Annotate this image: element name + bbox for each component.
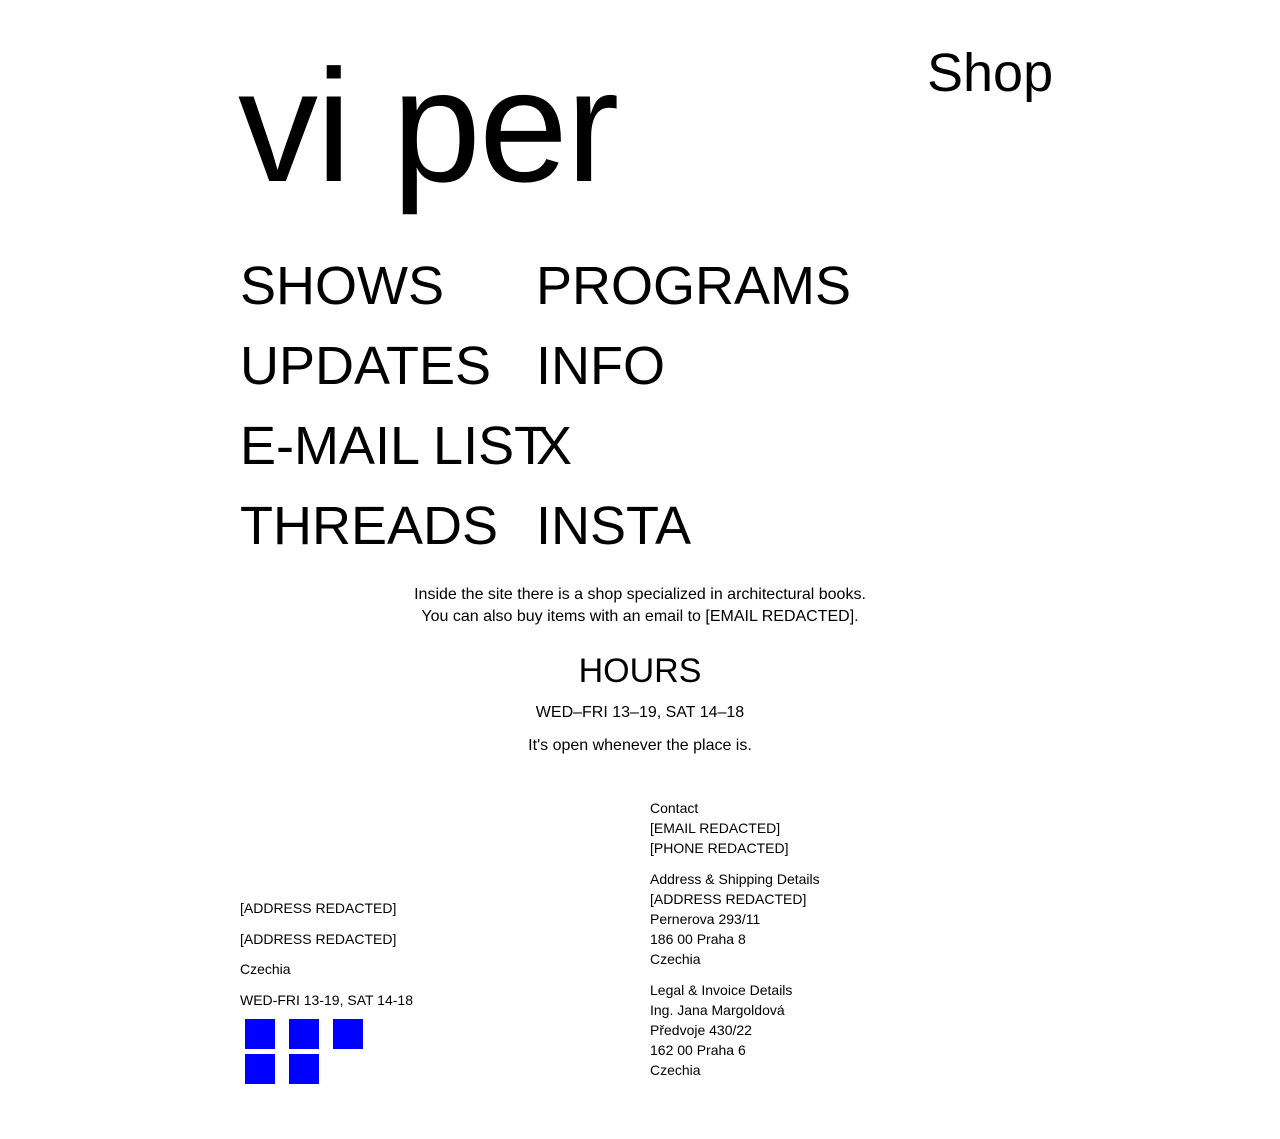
social-icon-3[interactable] <box>333 1019 363 1049</box>
shipping-heading: Address & Shipping Details <box>650 870 820 887</box>
legal-block: Legal & Invoice Details Ing. Jana Margol… <box>650 980 820 1081</box>
footer-country: Czechia <box>240 961 291 977</box>
shipping-line: Pernerova 293/11 <box>650 911 761 928</box>
hours-note: It's open whenever the place is. <box>528 737 752 754</box>
nav-email-list[interactable]: E-MAIL LIST <box>240 416 547 496</box>
nav-updates[interactable]: UPDATES <box>240 336 536 416</box>
shipping-line: [ADDRESS REDACTED] <box>650 890 807 907</box>
nav-info[interactable]: INFO <box>536 336 851 416</box>
shipping-line: Czechia <box>650 951 701 968</box>
nav-x[interactable]: X <box>536 416 851 496</box>
social-icon-1[interactable] <box>245 1019 275 1049</box>
footer-details: Contact [EMAIL REDACTED] [PHONE REDACTED… <box>650 798 820 1091</box>
nav-shows[interactable]: SHOWS <box>240 256 536 336</box>
legal-line: Ing. Jana Margoldová <box>650 1001 785 1018</box>
social-icon-2[interactable] <box>289 1019 319 1049</box>
nav-threads[interactable]: THREADS <box>240 496 536 576</box>
footer-hours: WED-FRI 13-19, SAT 14-18 <box>240 991 413 1008</box>
legal-line: Předvoje 430/22 <box>650 1022 752 1039</box>
nav-insta[interactable]: INSTA <box>536 496 851 576</box>
shipping-block: Address & Shipping Details [ADDRESS REDA… <box>650 869 820 970</box>
legal-line: 162 00 Praha 6 <box>650 1042 746 1059</box>
footer-address-line-1: [ADDRESS REDACTED] <box>240 900 397 916</box>
hours-times: WED–FRI 13–19, SAT 14–18 <box>535 704 745 721</box>
intro-line-2: You can also buy items with an email to … <box>421 608 859 625</box>
site-logo[interactable]: vi per <box>238 46 619 206</box>
contact-heading: Contact <box>650 800 699 816</box>
contact-block: Contact [EMAIL REDACTED] [PHONE REDACTED… <box>650 798 820 859</box>
nav-programs[interactable]: PROGRAMS <box>536 256 851 336</box>
legal-line: Czechia <box>650 1062 701 1079</box>
social-icon-5[interactable] <box>289 1054 319 1084</box>
intro-line-1: Inside the site there is a shop speciali… <box>414 586 866 603</box>
hours-title: HOURS <box>578 652 702 690</box>
contact-phone[interactable]: [PHONE REDACTED] <box>650 838 820 858</box>
footer-address: [ADDRESS REDACTED] [ADDRESS REDACTED] Cz… <box>240 898 413 1020</box>
social-icon-4[interactable] <box>245 1054 275 1084</box>
legal-heading: Legal & Invoice Details <box>650 981 793 998</box>
shop-intro: Inside the site there is a shop speciali… <box>240 584 1040 628</box>
main-nav: SHOWS PROGRAMS UPDATES INFO E-MAIL LIST … <box>240 256 851 576</box>
contact-email[interactable]: [EMAIL REDACTED] <box>650 818 820 838</box>
footer-address-line-2: [ADDRESS REDACTED] <box>240 930 397 947</box>
shipping-line: 186 00 Praha 8 <box>650 931 746 948</box>
shop-link[interactable]: Shop <box>927 46 1053 100</box>
